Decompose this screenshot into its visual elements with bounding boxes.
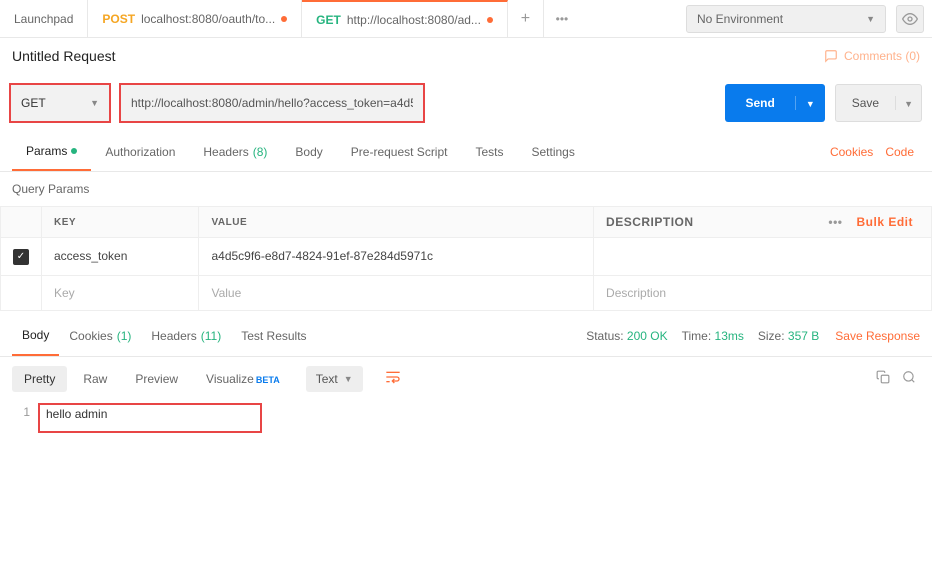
view-pretty[interactable]: Pretty (12, 366, 67, 392)
chevron-down-icon: ▼ (806, 99, 815, 109)
chevron-down-icon: ▼ (90, 98, 99, 108)
response-meta: Status: 200 OK Time: 13ms Size: 357 B (586, 329, 819, 343)
tab-label: http://localhost:8080/ad... (347, 13, 481, 27)
resp-tab-headers[interactable]: Headers (11) (141, 317, 231, 356)
method-badge: GET (316, 13, 341, 27)
unsaved-dot-icon (487, 17, 493, 23)
environment-select[interactable]: No Environment ▼ (686, 5, 886, 33)
tab-admin[interactable]: GET http://localhost:8080/ad... (302, 0, 508, 37)
beta-badge: BETA (256, 375, 280, 385)
search-button[interactable] (898, 366, 920, 391)
code-link[interactable]: Code (879, 145, 920, 159)
environment-quicklook-button[interactable] (896, 5, 924, 33)
search-icon (902, 370, 916, 384)
active-dot-icon (71, 148, 77, 154)
eye-icon (902, 11, 918, 27)
tab-params[interactable]: Params (12, 132, 91, 171)
checkbox-checked-icon[interactable]: ✓ (13, 249, 29, 265)
copy-icon (876, 370, 890, 384)
copy-button[interactable] (872, 366, 894, 391)
query-params-title: Query Params (0, 172, 932, 206)
request-title: Untitled Request (12, 48, 116, 64)
tab-authorization[interactable]: Authorization (91, 132, 189, 171)
cell-key[interactable]: access_token (42, 238, 199, 276)
tab-launchpad[interactable]: Launchpad (0, 0, 88, 37)
tab-tests[interactable]: Tests (461, 132, 517, 171)
save-label: Save (836, 96, 895, 110)
http-method-label: GET (21, 96, 46, 110)
chevron-down-icon: ▼ (904, 99, 913, 109)
bulk-edit-link[interactable]: Bulk Edit (850, 215, 919, 229)
format-select[interactable]: Text▼ (306, 366, 363, 392)
table-row-empty[interactable]: Key Value Description (1, 275, 932, 310)
tab-oauth[interactable]: POST localhost:8080/oauth/to... (88, 0, 302, 37)
send-label: Send (725, 96, 794, 110)
cell-desc[interactable] (594, 238, 932, 276)
wrap-icon (385, 370, 401, 384)
unsaved-dot-icon (281, 16, 287, 22)
save-response-link[interactable]: Save Response (819, 329, 920, 343)
send-button[interactable]: Send ▼ (725, 84, 824, 122)
tab-prerequest[interactable]: Pre-request Script (337, 132, 462, 171)
comment-icon (824, 49, 838, 63)
view-preview[interactable]: Preview (123, 366, 190, 392)
size-value: 357 B (788, 329, 819, 343)
resp-tab-cookies[interactable]: Cookies (1) (59, 317, 141, 356)
tab-label: localhost:8080/oauth/to... (141, 12, 275, 26)
query-params-table: KEY VALUE DESCRIPTION ••• Bulk Edit ✓ ac… (0, 206, 932, 311)
response-text[interactable]: hello admin (40, 405, 260, 431)
cell-desc-placeholder[interactable]: Description (594, 275, 932, 310)
comments-button[interactable]: Comments (0) (824, 49, 920, 63)
resp-tab-body[interactable]: Body (12, 317, 59, 356)
save-button[interactable]: Save ▼ (835, 84, 922, 122)
cell-value[interactable]: a4d5c9f6-e8d7-4824-91ef-87e284d5971c (199, 238, 594, 276)
cookies-link[interactable]: Cookies (824, 145, 879, 159)
col-check (1, 207, 42, 238)
cell-key-placeholder[interactable]: Key (42, 275, 199, 310)
column-options-button[interactable]: ••• (820, 215, 850, 229)
method-badge: POST (102, 12, 135, 26)
status-value: 200 OK (627, 329, 668, 343)
tab-options-button[interactable]: ••• (544, 0, 580, 37)
chevron-down-icon: ▼ (866, 14, 875, 24)
http-method-select[interactable]: GET ▼ (10, 84, 110, 122)
col-value: VALUE (199, 207, 594, 238)
save-dropdown[interactable]: ▼ (895, 96, 921, 110)
view-visualize[interactable]: VisualizeBETA (194, 366, 292, 392)
resp-tab-tests[interactable]: Test Results (231, 317, 316, 356)
response-body: 1 hello admin (0, 401, 932, 435)
tab-settings[interactable]: Settings (518, 132, 589, 171)
tab-headers[interactable]: Headers (8) (189, 132, 281, 171)
tab-body[interactable]: Body (281, 132, 336, 171)
cell-value-placeholder[interactable]: Value (199, 275, 594, 310)
col-key: KEY (42, 207, 199, 238)
send-dropdown[interactable]: ▼ (795, 96, 825, 110)
chevron-down-icon: ▼ (344, 374, 353, 384)
new-tab-button[interactable]: + (508, 0, 544, 37)
line-number: 1 (12, 405, 40, 431)
table-row[interactable]: ✓ access_token a4d5c9f6-e8d7-4824-91ef-8… (1, 238, 932, 276)
time-value: 13ms (715, 329, 744, 343)
view-raw[interactable]: Raw (71, 366, 119, 392)
url-input[interactable] (120, 84, 424, 122)
comments-label: Comments (0) (844, 49, 920, 63)
tab-label: Launchpad (14, 12, 73, 26)
col-desc: DESCRIPTION ••• Bulk Edit (594, 207, 932, 238)
environment-label: No Environment (697, 12, 783, 26)
wrap-lines-button[interactable] (375, 364, 411, 393)
